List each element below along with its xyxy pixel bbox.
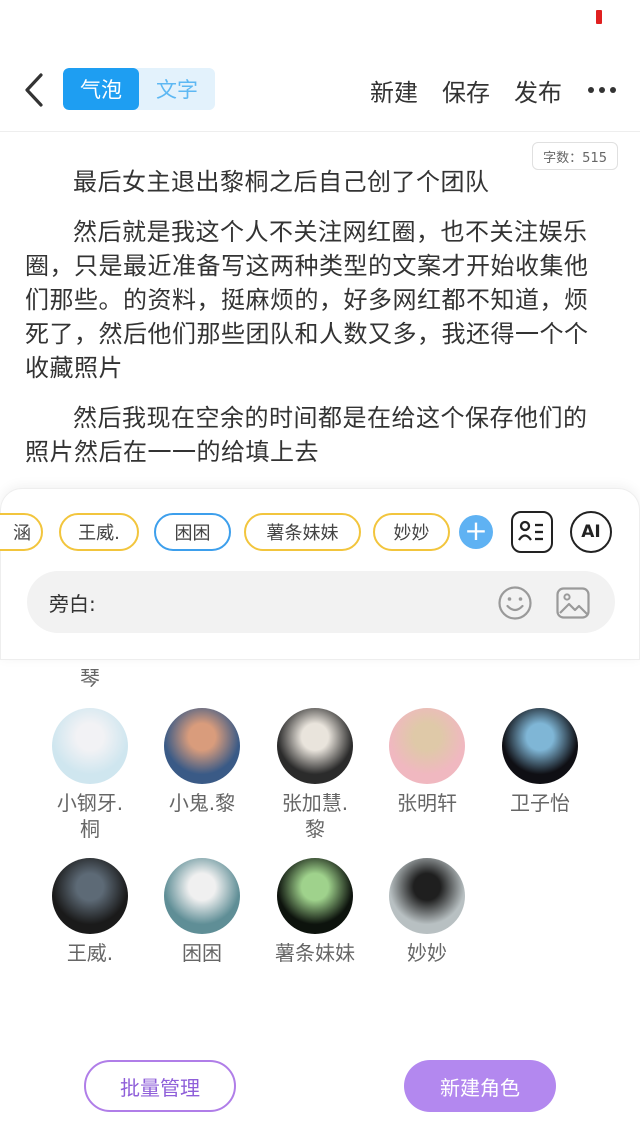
ai-button[interactable]: AI <box>570 511 612 553</box>
role-name: 小钢牙. 桐 <box>56 791 124 841</box>
role-item[interactable]: 张加慧. 黎 <box>265 708 365 842</box>
role-grid-cut-row: 琴 <box>0 660 640 690</box>
avatar <box>389 708 465 784</box>
avatar <box>52 858 128 934</box>
chevron-left-icon <box>25 73 43 107</box>
role-item[interactable]: 张明轩 <box>377 708 477 816</box>
status-bar <box>0 0 640 40</box>
tab-text[interactable]: 文字 <box>139 68 215 110</box>
role-item[interactable]: 薯条妹妹 <box>265 858 365 966</box>
role-name: 薯条妹妹 <box>275 941 355 965</box>
back-button[interactable] <box>14 68 54 112</box>
paragraph: 最后女主退出黎桐之后自己创了个团队 <box>73 168 490 196</box>
role-name: 妙妙 <box>407 941 447 965</box>
input-panel: 涵 王威. 困困 薯条妹妹 妙妙 + AI 旁白: <box>0 488 640 660</box>
emoji-icon[interactable] <box>497 585 533 621</box>
role-name: 张加慧. 黎 <box>281 791 349 841</box>
mode-toggle: 气泡 文字 <box>63 68 215 110</box>
avatar <box>277 708 353 784</box>
role-item[interactable]: 小鬼.黎 <box>152 708 252 816</box>
avatar <box>164 708 240 784</box>
save-button[interactable]: 保存 <box>442 73 490 108</box>
header: 气泡 文字 新建 保存 发布 <box>0 50 640 132</box>
role-name: 困困 <box>182 941 222 965</box>
tab-bubble[interactable]: 气泡 <box>63 68 139 110</box>
character-chip[interactable]: 薯条妹妹 <box>244 513 361 551</box>
avatar <box>277 858 353 934</box>
role-name: 王威. <box>66 941 114 965</box>
text-body[interactable]: 最后女主退出黎桐之后自己创了个团队 然后就是我这个人不关注网红圈，也不关注娱乐圈… <box>25 165 610 485</box>
avatar <box>389 858 465 934</box>
character-chip[interactable]: 王威. <box>59 513 139 551</box>
image-icon[interactable] <box>555 585 591 621</box>
narration-label: 旁白: <box>49 591 96 616</box>
role-item[interactable]: 卫子怡 <box>490 708 590 816</box>
character-chip-selected[interactable]: 困困 <box>154 513 231 551</box>
new-role-button[interactable]: 新建角色 <box>404 1060 556 1112</box>
batch-manage-button[interactable]: 批量管理 <box>84 1060 236 1112</box>
publish-button[interactable]: 发布 <box>514 73 562 108</box>
character-chip[interactable]: 妙妙 <box>373 513 450 551</box>
role-item[interactable]: 王威. <box>40 858 140 966</box>
role-name: 小鬼.黎 <box>168 791 236 815</box>
battery-icon <box>596 10 602 24</box>
role-item[interactable]: 困困 <box>152 858 252 966</box>
paragraph: 然后我现在空余的时间都是在给这个保存他们的照片然后在一一的给填上去 <box>25 404 588 466</box>
contact-card-icon <box>518 520 543 541</box>
avatar <box>52 708 128 784</box>
role-name: 张明轩 <box>397 791 457 815</box>
role-name-cut: 琴 <box>80 666 100 690</box>
character-chip[interactable]: 涵 <box>0 513 43 551</box>
more-icon[interactable] <box>586 87 618 93</box>
narration-input[interactable]: 旁白: <box>27 571 615 633</box>
avatar <box>164 858 240 934</box>
avatar <box>502 708 578 784</box>
role-item[interactable]: 妙妙 <box>377 858 477 966</box>
new-button[interactable]: 新建 <box>370 73 418 108</box>
editor-screen: 气泡 文字 新建 保存 发布 字数：515 最后女主退出黎桐之后自己创了个团队 … <box>0 0 640 1138</box>
role-item[interactable]: 小钢牙. 桐 <box>40 708 140 842</box>
role-name: 卫子怡 <box>510 791 570 815</box>
header-actions: 新建 保存 发布 <box>370 68 618 112</box>
paragraph: 然后就是我这个人不关注网红圈，也不关注娱乐圈，只是最近准备写这两种类型的文案才开… <box>25 218 589 382</box>
add-character-button[interactable]: + <box>459 515 493 549</box>
character-card-icon[interactable] <box>511 511 553 553</box>
